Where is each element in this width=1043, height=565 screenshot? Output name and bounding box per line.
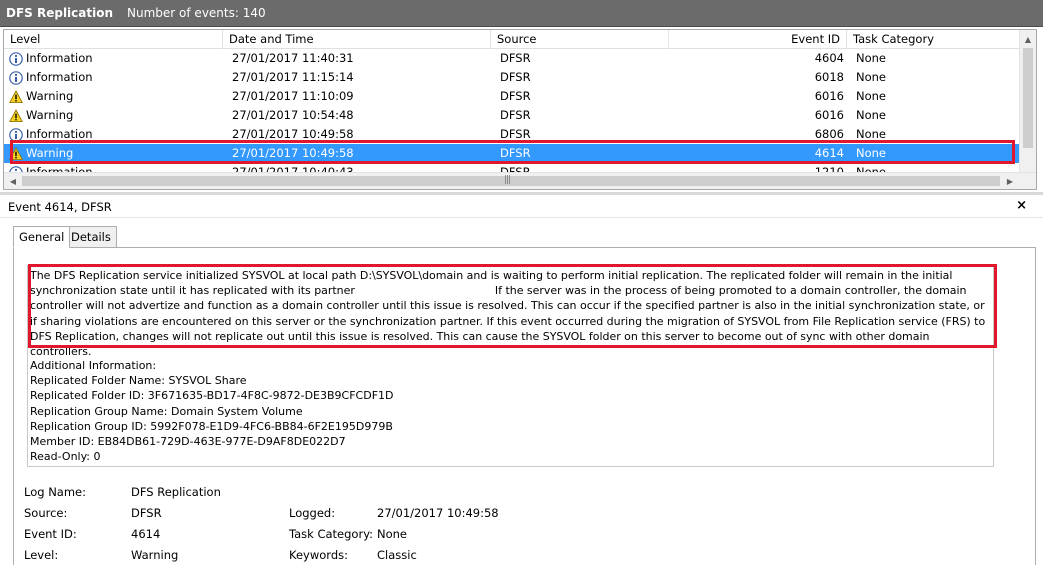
- tab-details[interactable]: Details: [65, 226, 117, 248]
- column-date-time[interactable]: Date and Time: [223, 30, 491, 49]
- cell-date-time: 27/01/2017 10:49:58: [232, 146, 354, 160]
- cell-task-category: None: [856, 108, 887, 122]
- level-text: Information: [26, 127, 93, 141]
- cell-source: DFSR: [500, 146, 531, 160]
- level-text: Information: [26, 70, 93, 84]
- cell-level: Information: [9, 49, 219, 68]
- log-name-label: Log Name:: [24, 485, 86, 499]
- cell-level: Information: [9, 125, 219, 144]
- cell-event-id: 6016: [814, 89, 844, 103]
- scroll-grip-icon: |||: [504, 175, 511, 185]
- level-label: Level:: [24, 548, 59, 562]
- cell-source: DFSR: [500, 51, 531, 65]
- info-icon: [9, 70, 23, 85]
- cell-level: Information: [9, 68, 219, 87]
- scroll-right-icon[interactable]: ▶: [1002, 173, 1018, 189]
- event-list[interactable]: Level Date and Time Source Event ID Task…: [3, 29, 1037, 190]
- source-label: Source:: [24, 506, 68, 520]
- cell-date-time: 27/01/2017 11:40:31: [232, 51, 354, 65]
- pane-splitter[interactable]: [0, 192, 1043, 195]
- cell-event-id: 6018: [814, 70, 844, 84]
- app-title: DFS Replication: [6, 6, 114, 20]
- column-level[interactable]: Level: [4, 30, 223, 49]
- cell-source: DFSR: [500, 108, 531, 122]
- table-row[interactable]: Information 27/01/2017 11:40:31 DFSR 4604 No…: [4, 49, 1020, 68]
- cell-task-category: None: [856, 146, 887, 160]
- column-task-category[interactable]: Task Category: [847, 30, 1020, 49]
- cell-date-time: 27/01/2017 10:54:48: [232, 108, 354, 122]
- tab-general[interactable]: General: [13, 226, 71, 248]
- table-row[interactable]: Warning 27/01/2017 11:10:09 DFSR 6016 None: [4, 87, 1020, 106]
- additional-info-line: Replication Group Name: Domain System Vo…: [30, 404, 303, 418]
- logged-value: 27/01/2017 10:49:58: [377, 506, 499, 520]
- cell-task-category: None: [856, 127, 887, 141]
- warning-icon: [9, 89, 23, 104]
- event-id-label: Event ID:: [24, 527, 77, 541]
- additional-info-line: Replicated Folder ID: 3F671635-BD17-4F8C…: [30, 389, 394, 403]
- cell-task-category: None: [856, 70, 887, 84]
- level-text: Information: [26, 51, 93, 65]
- cell-task-category: None: [856, 51, 887, 65]
- cell-event-id: 4614: [814, 146, 844, 160]
- info-icon: [9, 127, 23, 142]
- close-icon[interactable]: ×: [1016, 198, 1027, 213]
- additional-info-line: Member ID: EB84DB61-729D-463E-977E-D9AF8…: [30, 435, 346, 449]
- event-rows: Information 27/01/2017 11:40:31 DFSR 4604 No…: [4, 49, 1020, 174]
- cell-date-time: 27/01/2017 11:15:14: [232, 70, 354, 84]
- column-event-id[interactable]: Event ID: [669, 30, 847, 49]
- keywords-value: Classic: [377, 548, 417, 562]
- cell-source: DFSR: [500, 89, 531, 103]
- additional-info-line: Replication Group ID: 5992F078-E1D9-4FC6…: [30, 419, 393, 433]
- cell-event-id: 6016: [814, 108, 844, 122]
- scroll-up-icon[interactable]: ▲: [1020, 31, 1036, 47]
- info-icon: [9, 51, 23, 66]
- cell-task-category: None: [856, 89, 887, 103]
- task-category-value: None: [377, 527, 408, 541]
- scroll-left-icon[interactable]: ◀: [5, 173, 21, 189]
- cell-source: DFSR: [500, 127, 531, 141]
- cell-source: DFSR: [500, 70, 531, 84]
- cell-level: Warning: [9, 106, 219, 125]
- level-text: Warning: [26, 89, 74, 103]
- level-text: Warning: [26, 108, 74, 122]
- horizontal-scrollbar[interactable]: ◀ ||| ▶: [4, 172, 1036, 189]
- event-id-value: 4614: [131, 527, 161, 541]
- level-value: Warning: [131, 548, 179, 562]
- table-row[interactable]: Information 27/01/2017 11:15:14 DFSR 6018 No…: [4, 68, 1020, 87]
- task-category-label: Task Category:: [289, 527, 374, 541]
- cell-level: Warning: [9, 144, 219, 163]
- column-header-row: Level Date and Time Source Event ID Task…: [4, 30, 1020, 49]
- warning-icon: [9, 108, 23, 123]
- vertical-scrollbar[interactable]: ▲: [1019, 30, 1036, 174]
- source-value: DFSR: [131, 506, 162, 520]
- detail-header: Event 4614, DFSR: [0, 196, 1043, 218]
- table-row-selected[interactable]: Warning 27/01/2017 10:49:58 DFSR 4614 None: [4, 144, 1020, 163]
- log-name-value: DFS Replication: [131, 485, 221, 499]
- cell-date-time: 27/01/2017 10:49:58: [232, 127, 354, 141]
- detail-title: Event 4614, DFSR: [8, 199, 112, 214]
- additional-info-line: Read-Only: 0: [30, 450, 101, 464]
- additional-info-line: Additional Information:: [30, 359, 157, 372]
- cell-event-id: 6806: [814, 127, 844, 141]
- additional-information: Additional Information: Replicated Folder…: [30, 358, 394, 464]
- table-row[interactable]: Information 27/01/2017 10:49:58 DFSR 6806 No…: [4, 125, 1020, 144]
- warning-icon: [9, 146, 23, 161]
- vertical-scroll-thumb[interactable]: [1023, 48, 1033, 148]
- table-row[interactable]: Warning 27/01/2017 10:54:48 DFSR 6016 None: [4, 106, 1020, 125]
- event-count: Number of events: 140: [127, 6, 266, 20]
- additional-info-line: Replicated Folder Name: SYSVOL Share: [30, 374, 247, 388]
- cell-level: Warning: [9, 87, 219, 106]
- logged-label: Logged:: [289, 506, 336, 520]
- keywords-label: Keywords:: [289, 548, 348, 562]
- cell-event-id: 4604: [814, 51, 844, 65]
- level-text: Warning: [26, 146, 74, 160]
- title-bar: DFS Replication Number of events: 140: [0, 0, 1043, 27]
- column-source[interactable]: Source: [491, 30, 669, 49]
- event-description: The DFS Replication service initialized …: [30, 268, 992, 359]
- cell-date-time: 27/01/2017 11:10:09: [232, 89, 354, 103]
- horizontal-scroll-thumb[interactable]: [22, 176, 1000, 186]
